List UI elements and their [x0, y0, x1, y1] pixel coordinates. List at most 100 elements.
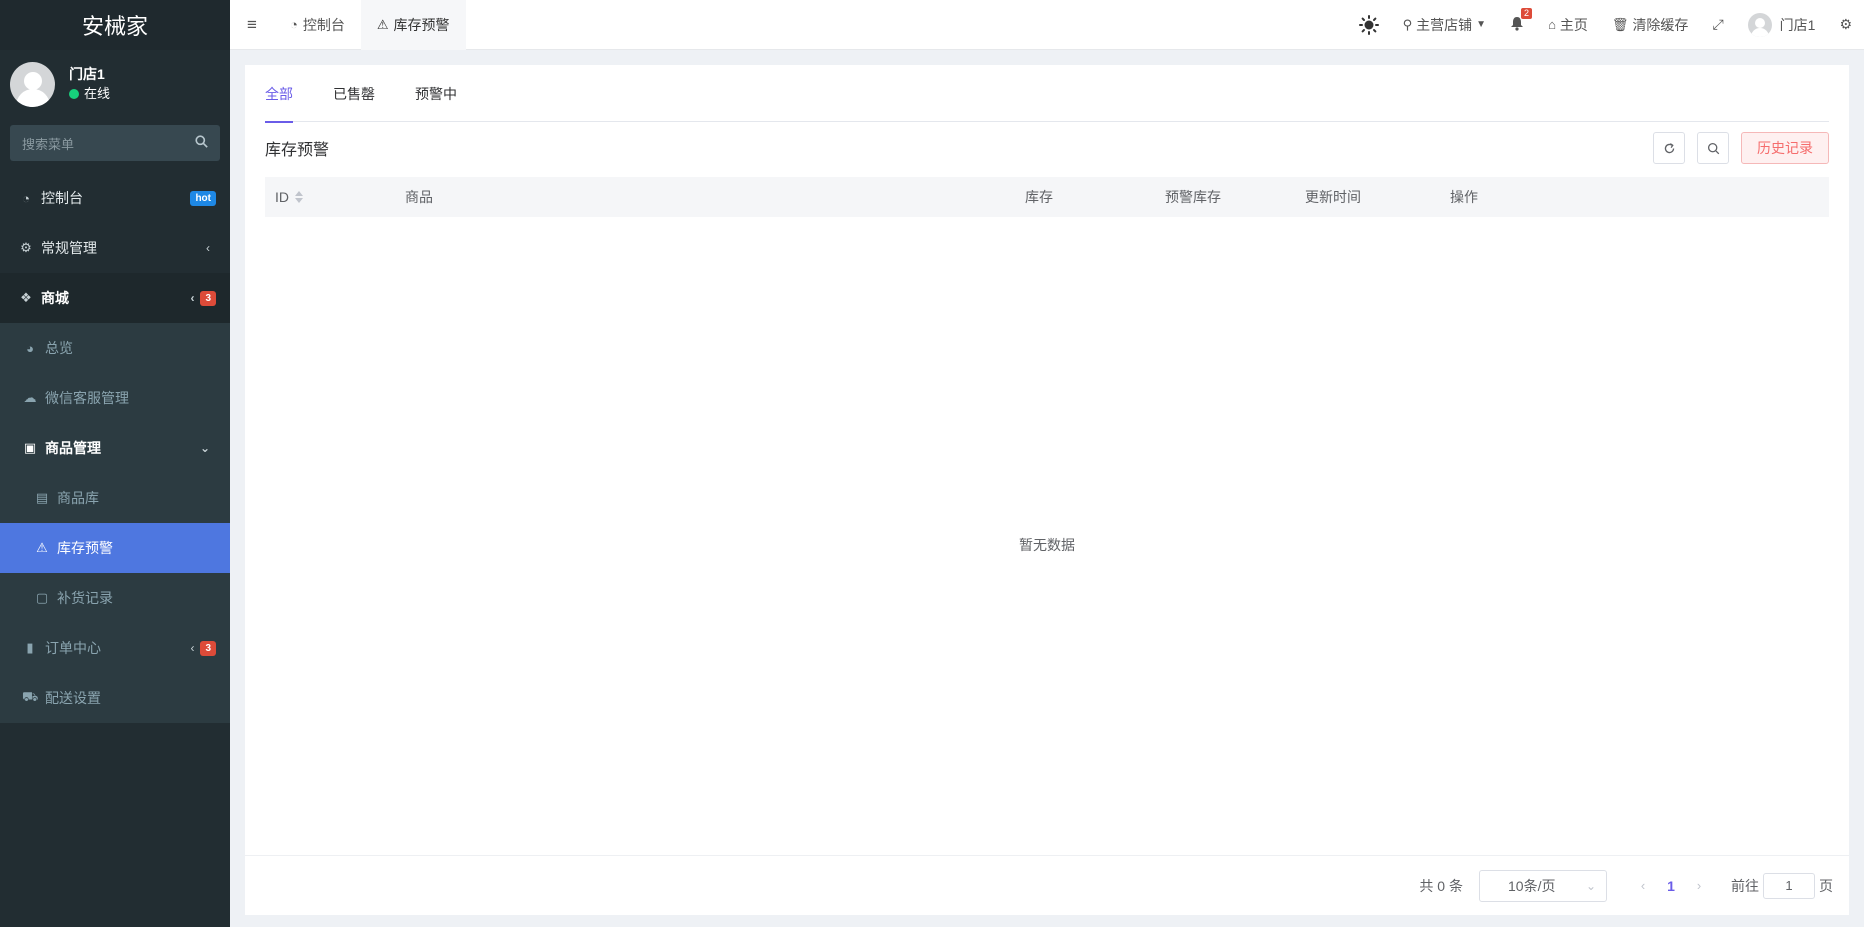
store-selector[interactable]: ⚲ 主营店铺 ▼ — [1391, 0, 1498, 50]
car-icon: ⛟ — [22, 689, 39, 704]
column-stock: 库存 — [1025, 189, 1053, 205]
theme-toggle-sun-icon[interactable] — [1347, 0, 1391, 50]
home-link[interactable]: ⌂ 主页 — [1536, 0, 1600, 50]
page-number[interactable]: 1 — [1657, 878, 1685, 894]
column-updated-time: 更新时间 — [1305, 189, 1361, 205]
tab-sold-out[interactable]: 已售罄 — [333, 65, 375, 122]
column-id[interactable]: ID — [275, 177, 303, 217]
trash-icon: 🗑 — [1611, 16, 1629, 32]
shopping-bag-icon: ▤ — [35, 490, 49, 505]
column-product: 商品 — [405, 189, 433, 205]
sidebar-item-shop[interactable]: ❖ 商城 ‹ 3 — [0, 273, 230, 323]
column-actions: 操作 — [1450, 189, 1478, 205]
search-button[interactable] — [1697, 132, 1729, 164]
sidebar-item-label: 库存预警 — [57, 540, 113, 556]
tab-dashboard[interactable]: ◔ 控制台 — [274, 0, 361, 50]
search-icon — [1707, 142, 1719, 154]
clear-cache-label: 清除缓存 — [1632, 16, 1689, 33]
sidebar-item-label: 商品库 — [57, 490, 99, 506]
tab-label: 库存预警 — [393, 16, 450, 33]
next-page-icon[interactable]: › — [1685, 878, 1713, 893]
pagination: 共 0 条 10条/页 ⌄ ‹ 1 › 前往 页 — [245, 855, 1849, 915]
sidebar-menu: ◔ 控制台 hot ⚙ 常规管理 ‹ ❖ 商城 ‹ 3 ◕ 总览 ☁ 微信客服管… — [0, 173, 230, 723]
notification-bell[interactable]: 2 — [1498, 0, 1536, 50]
chevron-down-icon: ⌄ — [199, 441, 210, 455]
dashboard-icon: ◔ — [290, 17, 298, 32]
user-panel: 门店1 在线 — [0, 50, 230, 118]
goto-prefix: 前往 — [1731, 877, 1759, 894]
tab-all[interactable]: 全部 — [265, 65, 293, 123]
sidebar-item-wechat-service[interactable]: ☁ 微信客服管理 — [0, 373, 230, 423]
count-badge: 3 — [200, 290, 216, 306]
goto-page-input[interactable] — [1763, 872, 1815, 899]
refresh-button[interactable] — [1653, 132, 1685, 164]
filter-tabs: 全部 已售罄 预警中 — [265, 65, 1829, 123]
user-menu-label: 门店1 — [1779, 16, 1816, 33]
user-status-text: 在线 — [84, 86, 111, 101]
sidebar-item-label: 微信客服管理 — [45, 390, 129, 406]
tab-label: 控制台 — [302, 16, 345, 33]
main-panel: 全部 已售罄 预警中 库存预警 历史记录 ID 商品 库存 预警库存 更新时间 … — [245, 65, 1849, 855]
chevron-left-icon: ‹ — [190, 291, 195, 305]
prev-page-icon[interactable]: ‹ — [1629, 878, 1657, 893]
sidebar-item-label: 商品管理 — [45, 440, 101, 456]
count-badge: 3 — [200, 640, 216, 656]
shop-submenu: ❖ 商城 ‹ 3 ◕ 总览 ☁ 微信客服管理 ▣ 商品管理 ⌄ ▤ 商品库 ⚠ … — [0, 273, 230, 723]
empty-state-text: 暂无数据 — [1019, 537, 1075, 553]
tab-stock-warning[interactable]: ⚠ 库存预警 — [360, 0, 466, 50]
sidebar-item-label: 控制台 — [41, 190, 83, 206]
history-button[interactable]: 历史记录 — [1741, 132, 1829, 164]
user-avatar — [10, 61, 55, 107]
page-size-value: 10条/页 — [1508, 877, 1556, 894]
sidebar-item-label: 补货记录 — [57, 590, 113, 606]
sidebar-item-overview[interactable]: ◕ 总览 — [0, 323, 230, 373]
fullscreen-icon[interactable]: ⤢ — [1700, 0, 1735, 50]
dashboard-icon: ◔ — [22, 190, 30, 206]
page-size-select[interactable]: 10条/页 ⌄ — [1479, 869, 1607, 902]
sidebar-item-order-center[interactable]: ▮ 订单中心 ‹ 3 — [0, 623, 230, 673]
avatar — [1747, 12, 1772, 37]
menu-search-input[interactable]: 搜索菜单 — [10, 125, 220, 161]
dropbox-icon: ❖ — [20, 290, 32, 305]
user-menu[interactable]: 门店1 — [1736, 0, 1828, 50]
sticky-note-icon: ▢ — [35, 590, 49, 605]
sidebar-item-product-management[interactable]: ▣ 商品管理 ⌄ — [0, 423, 230, 473]
sidebar-item-general[interactable]: ⚙ 常规管理 ‹ — [0, 223, 230, 273]
top-navbar: ≡ ◔ 控制台 ⚠ 库存预警 ⚲ 主营店铺 ▼ 2 ⌂ 主页 🗑 清除缓存 ⤢ … — [230, 0, 1864, 50]
column-warning-stock: 预警库存 — [1165, 189, 1221, 205]
sidebar-item-dashboard[interactable]: ◔ 控制台 hot — [0, 173, 230, 223]
sidebar-item-restock-records[interactable]: ▢ 补货记录 — [0, 573, 230, 623]
sidebar-toggle-icon[interactable]: ≡ — [230, 0, 274, 50]
app-logo[interactable]: 安械家 — [0, 0, 230, 50]
sidebar-item-label: 订单中心 — [45, 640, 101, 656]
store-label: 主营店铺 — [1416, 16, 1473, 33]
chevron-left-icon: ‹ — [206, 241, 210, 255]
settings-cogs-icon[interactable]: ⚙ — [1827, 0, 1864, 50]
caret-down-icon: ▼ — [1476, 19, 1487, 30]
comments-icon: ☁ — [23, 390, 37, 405]
warning-icon: ⚠ — [36, 540, 48, 555]
file-icon: ▮ — [26, 640, 34, 655]
sort-icon[interactable] — [295, 191, 303, 203]
archive-icon: ▣ — [23, 440, 37, 455]
chevron-down-icon: ⌄ — [1585, 878, 1596, 893]
cogs-icon: ⚙ — [20, 240, 32, 255]
clear-cache-button[interactable]: 🗑 清除缓存 — [1600, 0, 1701, 50]
map-marker-icon: ⚲ — [1402, 16, 1413, 32]
hot-badge: hot — [190, 190, 216, 206]
tab-warning[interactable]: 预警中 — [415, 65, 457, 122]
user-status: 在线 — [69, 84, 110, 104]
search-icon[interactable] — [195, 135, 208, 151]
goto-page: 前往 页 — [1731, 872, 1833, 899]
chevron-left-icon: ‹ — [190, 641, 195, 655]
sidebar-item-stock-warning[interactable]: ⚠ 库存预警 — [0, 523, 230, 573]
sidebar-item-delivery-settings[interactable]: ⛟ 配送设置 — [0, 673, 230, 723]
refresh-icon — [1664, 142, 1674, 153]
menu-search-placeholder: 搜索菜单 — [22, 136, 75, 152]
sidebar-item-product-library[interactable]: ▤ 商品库 — [0, 473, 230, 523]
pie-chart-icon: ◕ — [26, 340, 34, 356]
goto-suffix: 页 — [1819, 877, 1833, 894]
home-icon: ⌂ — [1548, 17, 1556, 32]
warning-icon: ⚠ — [376, 16, 389, 32]
user-name: 门店1 — [69, 66, 105, 82]
